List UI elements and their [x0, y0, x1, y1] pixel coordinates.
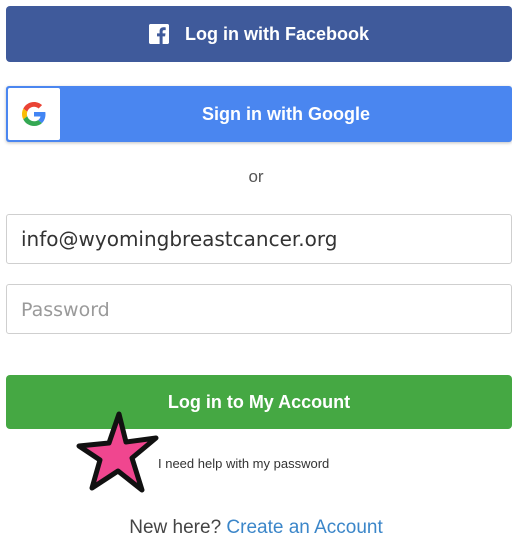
password-help-link[interactable]: I need help with my password — [158, 456, 329, 471]
login-page: Log in with Facebook Sign in with Google… — [0, 0, 512, 541]
google-signin-label: Sign in with Google — [202, 103, 370, 124]
create-account-link[interactable]: Create an Account — [226, 517, 382, 538]
password-field[interactable] — [6, 284, 512, 334]
facebook-login-button[interactable]: Log in with Facebook — [6, 6, 512, 62]
star-icon — [76, 410, 160, 499]
signup-prompt: New here? Create an Account — [0, 517, 512, 539]
email-field[interactable] — [6, 214, 512, 264]
facebook-icon — [149, 24, 169, 44]
or-separator: or — [248, 167, 264, 186]
google-signin-button[interactable]: Sign in with Google — [6, 86, 512, 142]
google-icon — [8, 88, 60, 140]
signup-prompt-text: New here? — [129, 517, 222, 538]
facebook-login-label: Log in with Facebook — [185, 23, 369, 44]
login-button-label: Log in to My Account — [167, 391, 351, 412]
